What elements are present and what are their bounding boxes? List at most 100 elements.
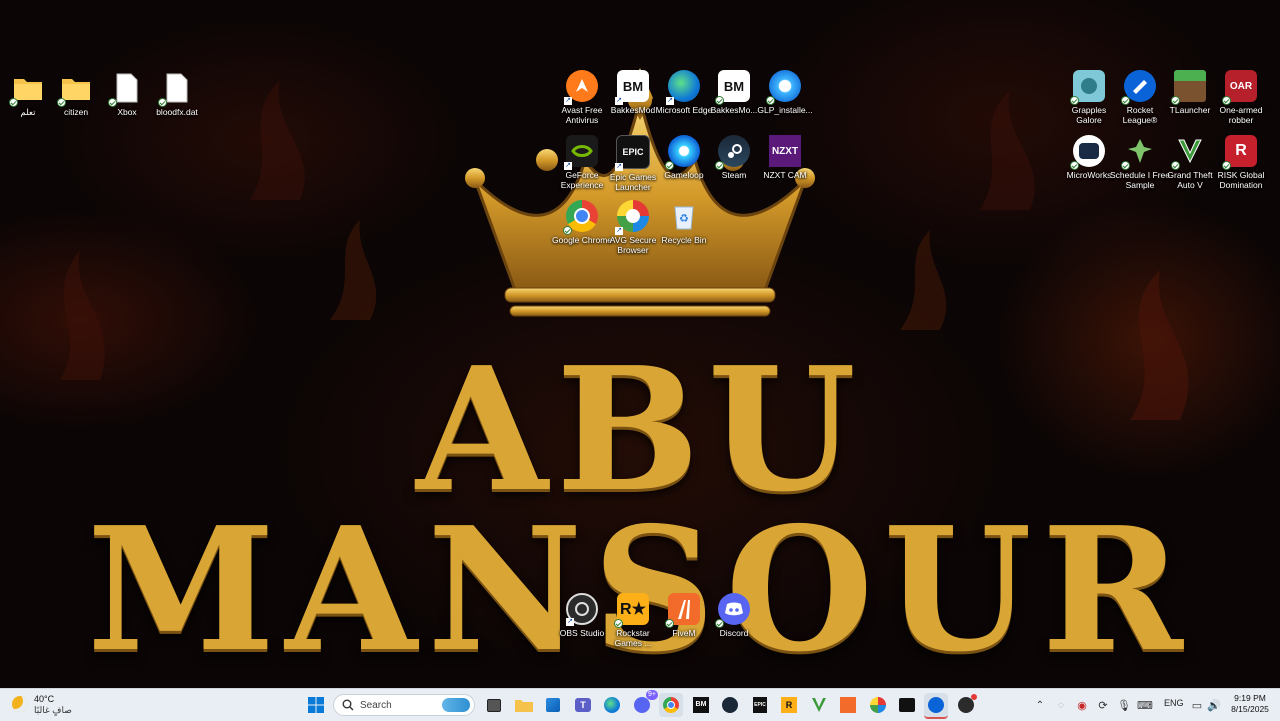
taskbar-rockstar[interactable]: R bbox=[777, 693, 801, 717]
tray-volume[interactable]: 🔊 bbox=[1205, 693, 1223, 717]
sync-check-icon bbox=[614, 619, 623, 628]
taskbar-gta[interactable] bbox=[807, 693, 831, 717]
desktop-icon-bakkesmod-2[interactable]: BM BakkesMo... bbox=[706, 70, 762, 115]
desktop-icon-glp-installer[interactable]: GLP_installe... bbox=[757, 70, 813, 115]
tray-overflow-button[interactable]: ⌃ bbox=[1030, 693, 1050, 717]
tray-microphone[interactable]: 🎙 bbox=[1115, 693, 1133, 717]
taskbar-bakkesmod[interactable]: BM bbox=[689, 693, 713, 717]
taskbar-steam[interactable] bbox=[718, 693, 742, 717]
desktop-icon-microworks[interactable]: MicroWorks bbox=[1061, 135, 1117, 180]
taskbar-fivem[interactable] bbox=[836, 693, 860, 717]
taskbar: 40°C صافٍ غالبًا Search T 9+ BM EPIC R ⌃… bbox=[0, 688, 1280, 721]
clock[interactable]: 9:19 PM 8/15/2025 bbox=[1226, 693, 1274, 715]
shortcut-arrow-icon: ↗ bbox=[564, 97, 572, 105]
taskbar-rocket-league[interactable] bbox=[924, 693, 948, 719]
discord-icon bbox=[715, 593, 750, 628]
gameloop-icon bbox=[665, 135, 700, 170]
weather-widget[interactable]: 40°C صافٍ غالبًا bbox=[10, 693, 100, 717]
obs-icon: ↗ bbox=[566, 593, 598, 626]
tray-app-2[interactable]: ⟳ bbox=[1094, 693, 1112, 717]
gta-icon bbox=[812, 698, 826, 712]
windows-logo-icon bbox=[308, 697, 324, 713]
taskbar-file-explorer[interactable] bbox=[512, 693, 536, 717]
chevron-up-icon: ⌃ bbox=[1035, 699, 1045, 711]
recycle-bin-icon: ♻ bbox=[668, 200, 700, 232]
desktop-icon-citizen[interactable]: citizen bbox=[48, 72, 104, 117]
bakkesmod-icon: BM bbox=[715, 70, 750, 105]
desktop-icon-grapples[interactable]: Grapples Galore bbox=[1061, 70, 1117, 125]
taskbar-store[interactable] bbox=[541, 693, 565, 717]
teams-icon: T bbox=[575, 698, 591, 712]
notification-badge: 9+ bbox=[646, 690, 658, 700]
icon-label: NZXT CAM bbox=[763, 170, 807, 180]
steam-icon bbox=[715, 135, 750, 170]
start-button[interactable] bbox=[304, 693, 328, 717]
desktop-icon-tlauncher[interactable]: TLauncher bbox=[1162, 70, 1218, 115]
tray-app-1[interactable]: ◉ bbox=[1073, 693, 1091, 717]
task-view-button[interactable] bbox=[482, 693, 506, 717]
desktop-icon-steam[interactable]: Steam bbox=[706, 135, 762, 180]
sync-check-icon bbox=[1070, 161, 1079, 170]
taskbar-search-box[interactable]: Search bbox=[333, 694, 475, 716]
tray-keyboard[interactable]: ⌨ bbox=[1136, 693, 1154, 717]
desktop-icon-discord[interactable]: Discord bbox=[706, 593, 762, 638]
taskbar-teams[interactable]: T bbox=[571, 693, 595, 717]
geforce-icon: ↗ bbox=[564, 135, 598, 170]
file-icon bbox=[158, 72, 193, 107]
folder-icon bbox=[57, 72, 92, 107]
folder-icon bbox=[9, 72, 44, 107]
search-highlight-icon bbox=[442, 698, 470, 712]
icon-label: RISK Global Domination bbox=[1217, 170, 1265, 190]
schedule-one-icon bbox=[1121, 135, 1156, 170]
desktop-icon-chrome[interactable]: Google Chrome bbox=[552, 200, 612, 245]
tlauncher-icon bbox=[1171, 70, 1206, 105]
desktop-icon-nzxt[interactable]: NZXT NZXT CAM bbox=[757, 135, 813, 180]
desktop-icon-rockstar[interactable]: R★ Rockstar Games ... bbox=[605, 593, 661, 648]
icon-label: Recycle Bin bbox=[661, 235, 707, 245]
clock-date: 8/15/2025 bbox=[1231, 704, 1269, 714]
desktop-icon-geforce[interactable]: ↗ GeForce Experience bbox=[554, 135, 610, 190]
desktop-icon-bakkesmod[interactable]: BM ↗ BakkesMod bbox=[605, 70, 661, 115]
tray-shield[interactable]: ◌ bbox=[1052, 693, 1070, 717]
taskbar-epic-games[interactable]: EPIC bbox=[748, 693, 772, 717]
desktop-icon-avast[interactable]: ↗ Avast Free Antivirus bbox=[554, 70, 610, 125]
taskbar-edge[interactable] bbox=[600, 693, 624, 717]
weather-moon-icon bbox=[12, 696, 28, 712]
icon-label: One-armed robber bbox=[1219, 105, 1263, 125]
recording-dot bbox=[971, 694, 977, 700]
desktop-icon-bloodfx[interactable]: bloodfx.dat bbox=[149, 72, 205, 117]
tray-network[interactable]: ▭ bbox=[1188, 693, 1206, 717]
taskbar-chrome[interactable] bbox=[659, 693, 683, 717]
sync-check-icon bbox=[715, 96, 724, 105]
grapples-icon bbox=[1070, 70, 1105, 105]
wallpaper-title-line2: MANSOUR bbox=[87, 490, 1193, 688]
rocket-league-icon bbox=[928, 697, 944, 713]
desktop-icon-risk[interactable]: R RISK Global Domination bbox=[1213, 135, 1269, 190]
bakkesmod-icon: BM ↗ bbox=[615, 70, 649, 105]
bakkesmod-icon: BM bbox=[693, 697, 709, 713]
taskbar-avg-browser[interactable] bbox=[866, 693, 890, 717]
file-icon bbox=[108, 72, 143, 107]
sync-check-icon bbox=[665, 619, 674, 628]
taskbar-terminal[interactable] bbox=[895, 693, 919, 717]
chrome-icon bbox=[663, 697, 679, 713]
sync-check-icon bbox=[1171, 96, 1180, 105]
desktop-icon-one-armed-robber[interactable]: OAR One-armed robber bbox=[1213, 70, 1269, 125]
sync-check-icon bbox=[563, 226, 572, 235]
desktop-icon-epic-games[interactable]: EPIC ↗ Epic Games Launcher bbox=[605, 135, 661, 192]
taskbar-discord[interactable]: 9+ bbox=[630, 690, 658, 717]
avg-browser-icon: ↗ bbox=[615, 200, 649, 235]
search-placeholder: Search bbox=[360, 699, 392, 711]
desktop-icon-obs[interactable]: ↗ OBS Studio bbox=[554, 593, 610, 638]
edge-icon: ↗ bbox=[666, 70, 700, 105]
desktop-icon-rocket-league[interactable]: Rocket League® bbox=[1112, 70, 1168, 125]
taskbar-obs[interactable] bbox=[954, 693, 978, 717]
desktop-icon-recycle-bin[interactable]: ♻ Recycle Bin bbox=[656, 200, 712, 245]
input-language[interactable]: ENG bbox=[1164, 698, 1184, 708]
shortcut-arrow-icon: ↗ bbox=[615, 227, 623, 235]
sync-check-icon bbox=[1171, 161, 1180, 170]
desktop-icon-avg-browser[interactable]: ↗ AVG Secure Browser bbox=[605, 200, 661, 255]
desktop-icon-gta[interactable]: Grand Theft Auto V bbox=[1162, 135, 1218, 190]
sync-check-icon bbox=[1222, 161, 1231, 170]
icon-label: GLP_installe... bbox=[757, 105, 813, 115]
